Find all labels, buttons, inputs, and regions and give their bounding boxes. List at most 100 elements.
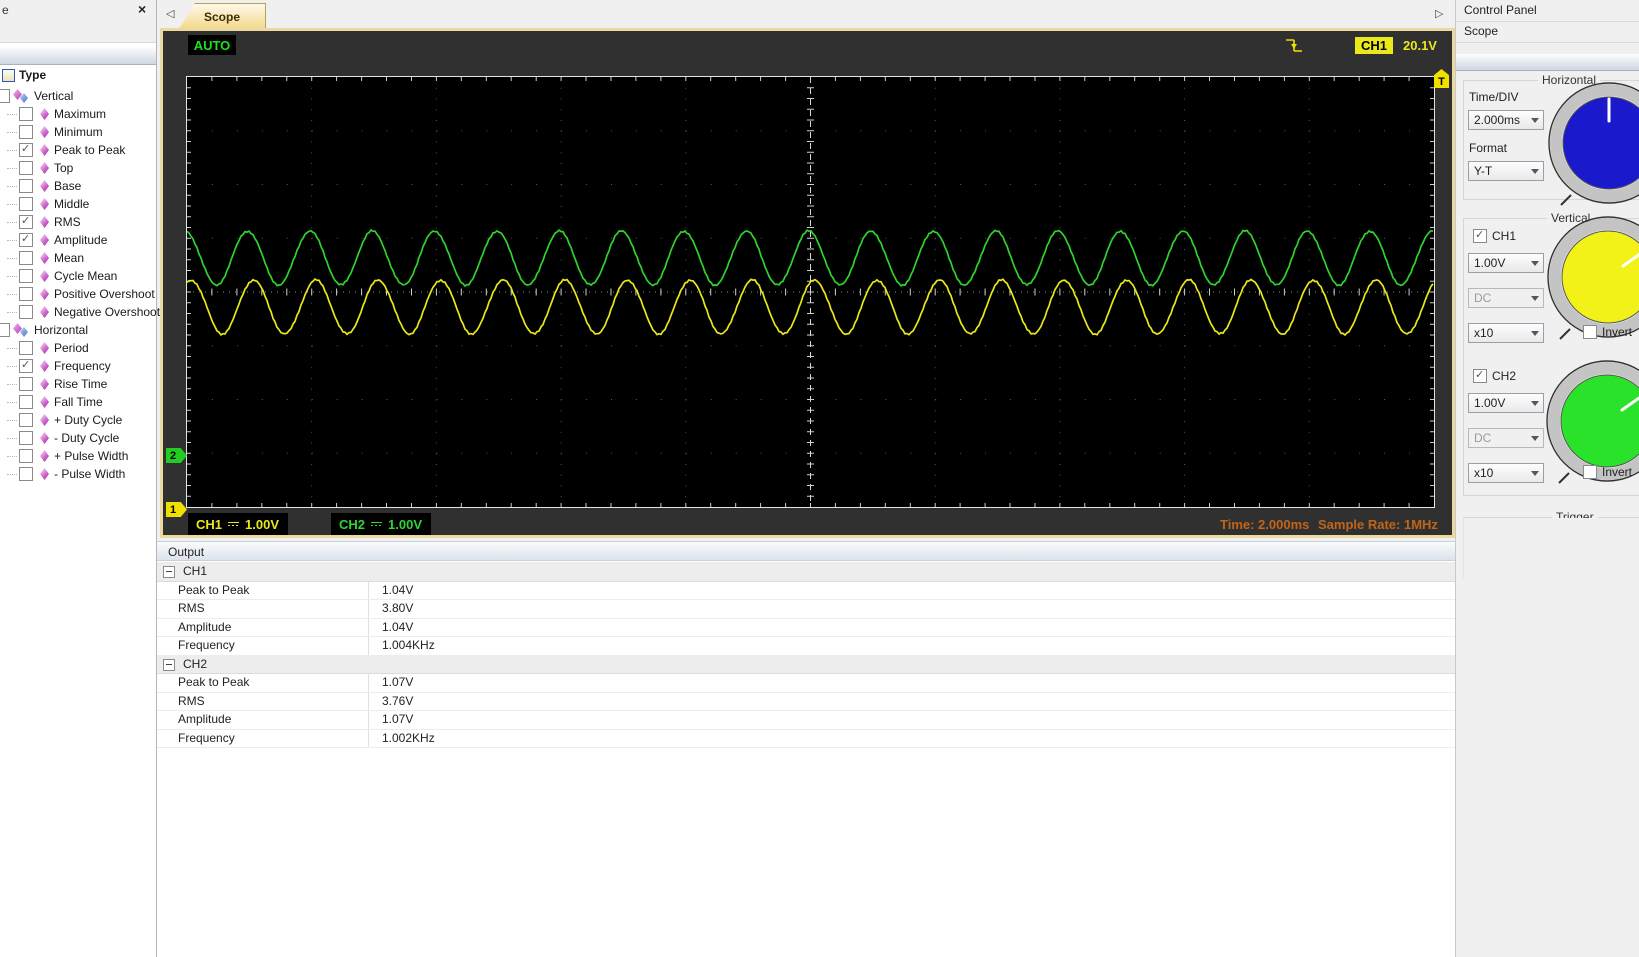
measurement-diamond-icon	[40, 270, 49, 282]
tree-item-checkbox[interactable]	[19, 305, 33, 319]
tree-item-checkbox[interactable]	[19, 395, 33, 409]
tree-item-checkbox[interactable]	[19, 251, 33, 265]
ch1-invert-checkbox[interactable]	[1583, 325, 1597, 339]
measurement-diamond-icon	[40, 288, 49, 300]
tree-item-checkbox[interactable]	[19, 179, 33, 193]
tree-item-maximum[interactable]: Maximum	[0, 105, 106, 123]
measurement-diamond-icon	[40, 126, 49, 138]
sample-rate-readout: Sample Rate: 1MHz	[1318, 517, 1438, 532]
ch2-enable-row[interactable]: CH2	[1473, 369, 1516, 383]
tree-item-minimum[interactable]: Minimum	[0, 123, 103, 141]
output-row-ch1-frequency: Frequency1.004KHz	[157, 636, 1455, 656]
tree-item-middle[interactable]: Middle	[0, 195, 89, 213]
ch1-volts-select[interactable]: 1.00V	[1468, 253, 1544, 273]
app-root: { "left_panel": { "title": "e", "tree": …	[0, 0, 1639, 957]
tree-item-pulse-width[interactable]: + Pulse Width	[0, 447, 128, 465]
tree-item-label: Mean	[54, 251, 84, 265]
control-panel: Control Panel Scope Horizontal Time/DIV …	[1455, 0, 1639, 957]
tab-scroll-left-icon[interactable]: ◁	[166, 7, 174, 20]
ch2-enable-checkbox[interactable]	[1473, 369, 1487, 383]
tab-scroll-right-icon[interactable]: ▷	[1435, 7, 1443, 20]
tree-group-vertical[interactable]: Vertical	[0, 87, 73, 105]
tree-item-top[interactable]: Top	[0, 159, 73, 177]
control-panel-titlebar: Control Panel	[1456, 0, 1639, 22]
tree-item-checkbox[interactable]	[19, 215, 33, 229]
ch1-coupling-select[interactable]: DC	[1468, 288, 1544, 308]
measurement-diamond-icon	[40, 360, 49, 372]
tree-item-frequency[interactable]: Frequency	[0, 357, 111, 375]
ch2-coupling-select[interactable]: DC	[1468, 428, 1544, 448]
ch2-volts-value: 1.00V	[1474, 396, 1505, 410]
ch2-invert-checkbox[interactable]	[1583, 465, 1597, 479]
tree-item-negative-overshoot[interactable]: Negative Overshoot	[0, 303, 160, 321]
format-select[interactable]: Y-T	[1468, 161, 1544, 181]
ch2-volts-select[interactable]: 1.00V	[1468, 393, 1544, 413]
tree-item-checkbox[interactable]	[19, 341, 33, 355]
ch2-probe-value: x10	[1474, 466, 1493, 480]
tree-item-checkbox[interactable]	[19, 143, 33, 157]
tree-item-checkbox[interactable]	[19, 413, 33, 427]
tree-group-checkbox[interactable]	[0, 323, 10, 337]
tree-item-positive-overshoot[interactable]: Positive Overshoot	[0, 285, 155, 303]
measurement-diamond-icon	[40, 252, 49, 264]
tab-scope-label: Scope	[204, 10, 240, 24]
tree-group-label: Vertical	[34, 89, 73, 103]
tree-item-checkbox[interactable]	[19, 431, 33, 445]
measure-panel-dropdown[interactable]	[0, 20, 156, 43]
tree-item-label: Maximum	[54, 107, 106, 121]
tree-item-base[interactable]: Base	[0, 177, 81, 195]
tree-item-checkbox[interactable]	[19, 107, 33, 121]
tree-root-type[interactable]: Type	[0, 66, 46, 84]
tree-item-pulse-width[interactable]: - Pulse Width	[0, 465, 125, 483]
measurement-diamond-icon	[40, 468, 49, 480]
scope-display: AUTO CH1 20.1V 2 1 T CH1 1.00V CH2 1.00V…	[160, 28, 1455, 538]
tab-scope[interactable]: Scope	[179, 3, 266, 29]
ch1-enable-row[interactable]: CH1	[1473, 229, 1516, 243]
type-root-icon	[2, 69, 15, 82]
tree-item-duty-cycle[interactable]: - Duty Cycle	[0, 429, 119, 447]
ch1-invert-row[interactable]: Invert	[1583, 325, 1632, 339]
output-row-label: Frequency	[178, 731, 235, 745]
tree-item-rise-time[interactable]: Rise Time	[0, 375, 107, 393]
tree-item-label: + Duty Cycle	[54, 413, 122, 427]
tree-item-checkbox[interactable]	[19, 125, 33, 139]
timediv-select[interactable]: 2.000ms	[1468, 110, 1544, 130]
tree-item-duty-cycle[interactable]: + Duty Cycle	[0, 411, 122, 429]
output-row-value: 3.76V	[382, 694, 413, 708]
trigger-position-marker[interactable]: T	[1434, 69, 1449, 88]
tree-item-fall-time[interactable]: Fall Time	[0, 393, 103, 411]
tree-item-checkbox[interactable]	[19, 467, 33, 481]
tree-group-horizontal[interactable]: Horizontal	[0, 321, 88, 339]
tree-item-checkbox[interactable]	[19, 287, 33, 301]
tree-item-mean[interactable]: Mean	[0, 249, 84, 267]
ch2-scale-readout: CH2 1.00V	[331, 513, 431, 535]
tree-item-checkbox[interactable]	[19, 197, 33, 211]
ch1-enable-checkbox[interactable]	[1473, 229, 1487, 243]
collapse-icon[interactable]	[163, 659, 175, 671]
collapse-icon[interactable]	[163, 566, 175, 578]
tree-item-peak-to-peak[interactable]: Peak to Peak	[0, 141, 125, 159]
measurement-diamond-icon	[40, 450, 49, 462]
tree-item-label: - Pulse Width	[54, 467, 125, 481]
ch1-probe-select[interactable]: x10	[1468, 323, 1544, 343]
ch2-ground-marker[interactable]: 2	[166, 448, 187, 463]
output-group-ch1: CH1	[157, 562, 1455, 582]
tree-item-checkbox[interactable]	[19, 233, 33, 247]
tree-item-checkbox[interactable]	[19, 449, 33, 463]
tree-item-period[interactable]: Period	[0, 339, 89, 357]
output-group-name: CH1	[183, 564, 207, 578]
tree-item-checkbox[interactable]	[19, 359, 33, 373]
close-icon[interactable]: ×	[138, 1, 146, 17]
ch2-probe-select[interactable]: x10	[1468, 463, 1544, 483]
tree-group-checkbox[interactable]	[0, 89, 10, 103]
tree-item-checkbox[interactable]	[19, 161, 33, 175]
timebase-knob[interactable]	[1541, 75, 1639, 211]
tree-connector	[7, 473, 17, 475]
tree-item-checkbox[interactable]	[19, 377, 33, 391]
tree-item-amplitude[interactable]: Amplitude	[0, 231, 107, 249]
tree-item-cycle-mean[interactable]: Cycle Mean	[0, 267, 117, 285]
measurement-diamond-icon	[40, 180, 49, 192]
tree-item-rms[interactable]: RMS	[0, 213, 81, 231]
tree-item-checkbox[interactable]	[19, 269, 33, 283]
ch2-invert-row[interactable]: Invert	[1583, 465, 1632, 479]
